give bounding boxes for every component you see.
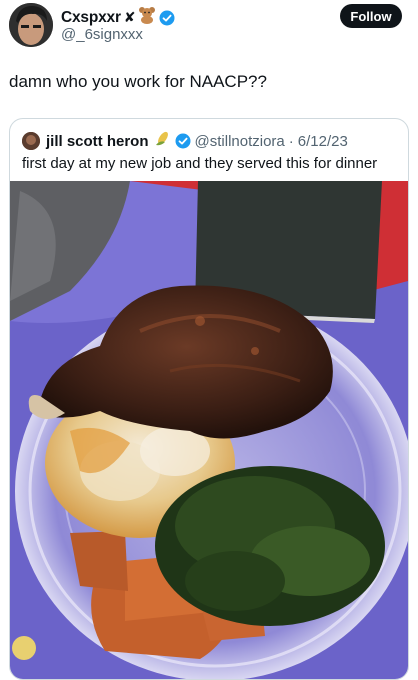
quoted-post-date[interactable]: 6/12/23	[298, 133, 348, 150]
author-avatar-image	[9, 3, 53, 47]
quoted-post-text: first day at my new job and they served …	[22, 155, 378, 172]
quoted-post-card[interactable]: jill scott heron @stillnotziora · 6/12/2…	[9, 118, 409, 680]
quoted-post-header: jill scott heron @stillnotziora · 6/12/2…	[22, 130, 348, 152]
quoted-author-handle[interactable]: @stillnotziora	[195, 133, 285, 150]
author-handle[interactable]: @_6signxxx	[61, 26, 143, 43]
author-display-name[interactable]: Cxspxxr	[61, 9, 121, 27]
next-post-avatar[interactable]	[12, 636, 36, 660]
author-avatar[interactable]	[9, 3, 53, 47]
separator-dot: ·	[288, 132, 294, 150]
quoted-author-name[interactable]: jill scott heron	[46, 133, 149, 150]
post-text: damn who you work for NAACP??	[9, 72, 267, 91]
verified-badge-icon	[175, 133, 191, 149]
quoted-author-avatar	[22, 132, 40, 150]
x-mark-icon: ✘	[123, 9, 136, 25]
corn-icon	[153, 130, 171, 152]
food-photo[interactable]	[10, 181, 408, 679]
follow-button[interactable]: Follow	[340, 4, 402, 28]
verified-badge-icon	[159, 10, 175, 26]
